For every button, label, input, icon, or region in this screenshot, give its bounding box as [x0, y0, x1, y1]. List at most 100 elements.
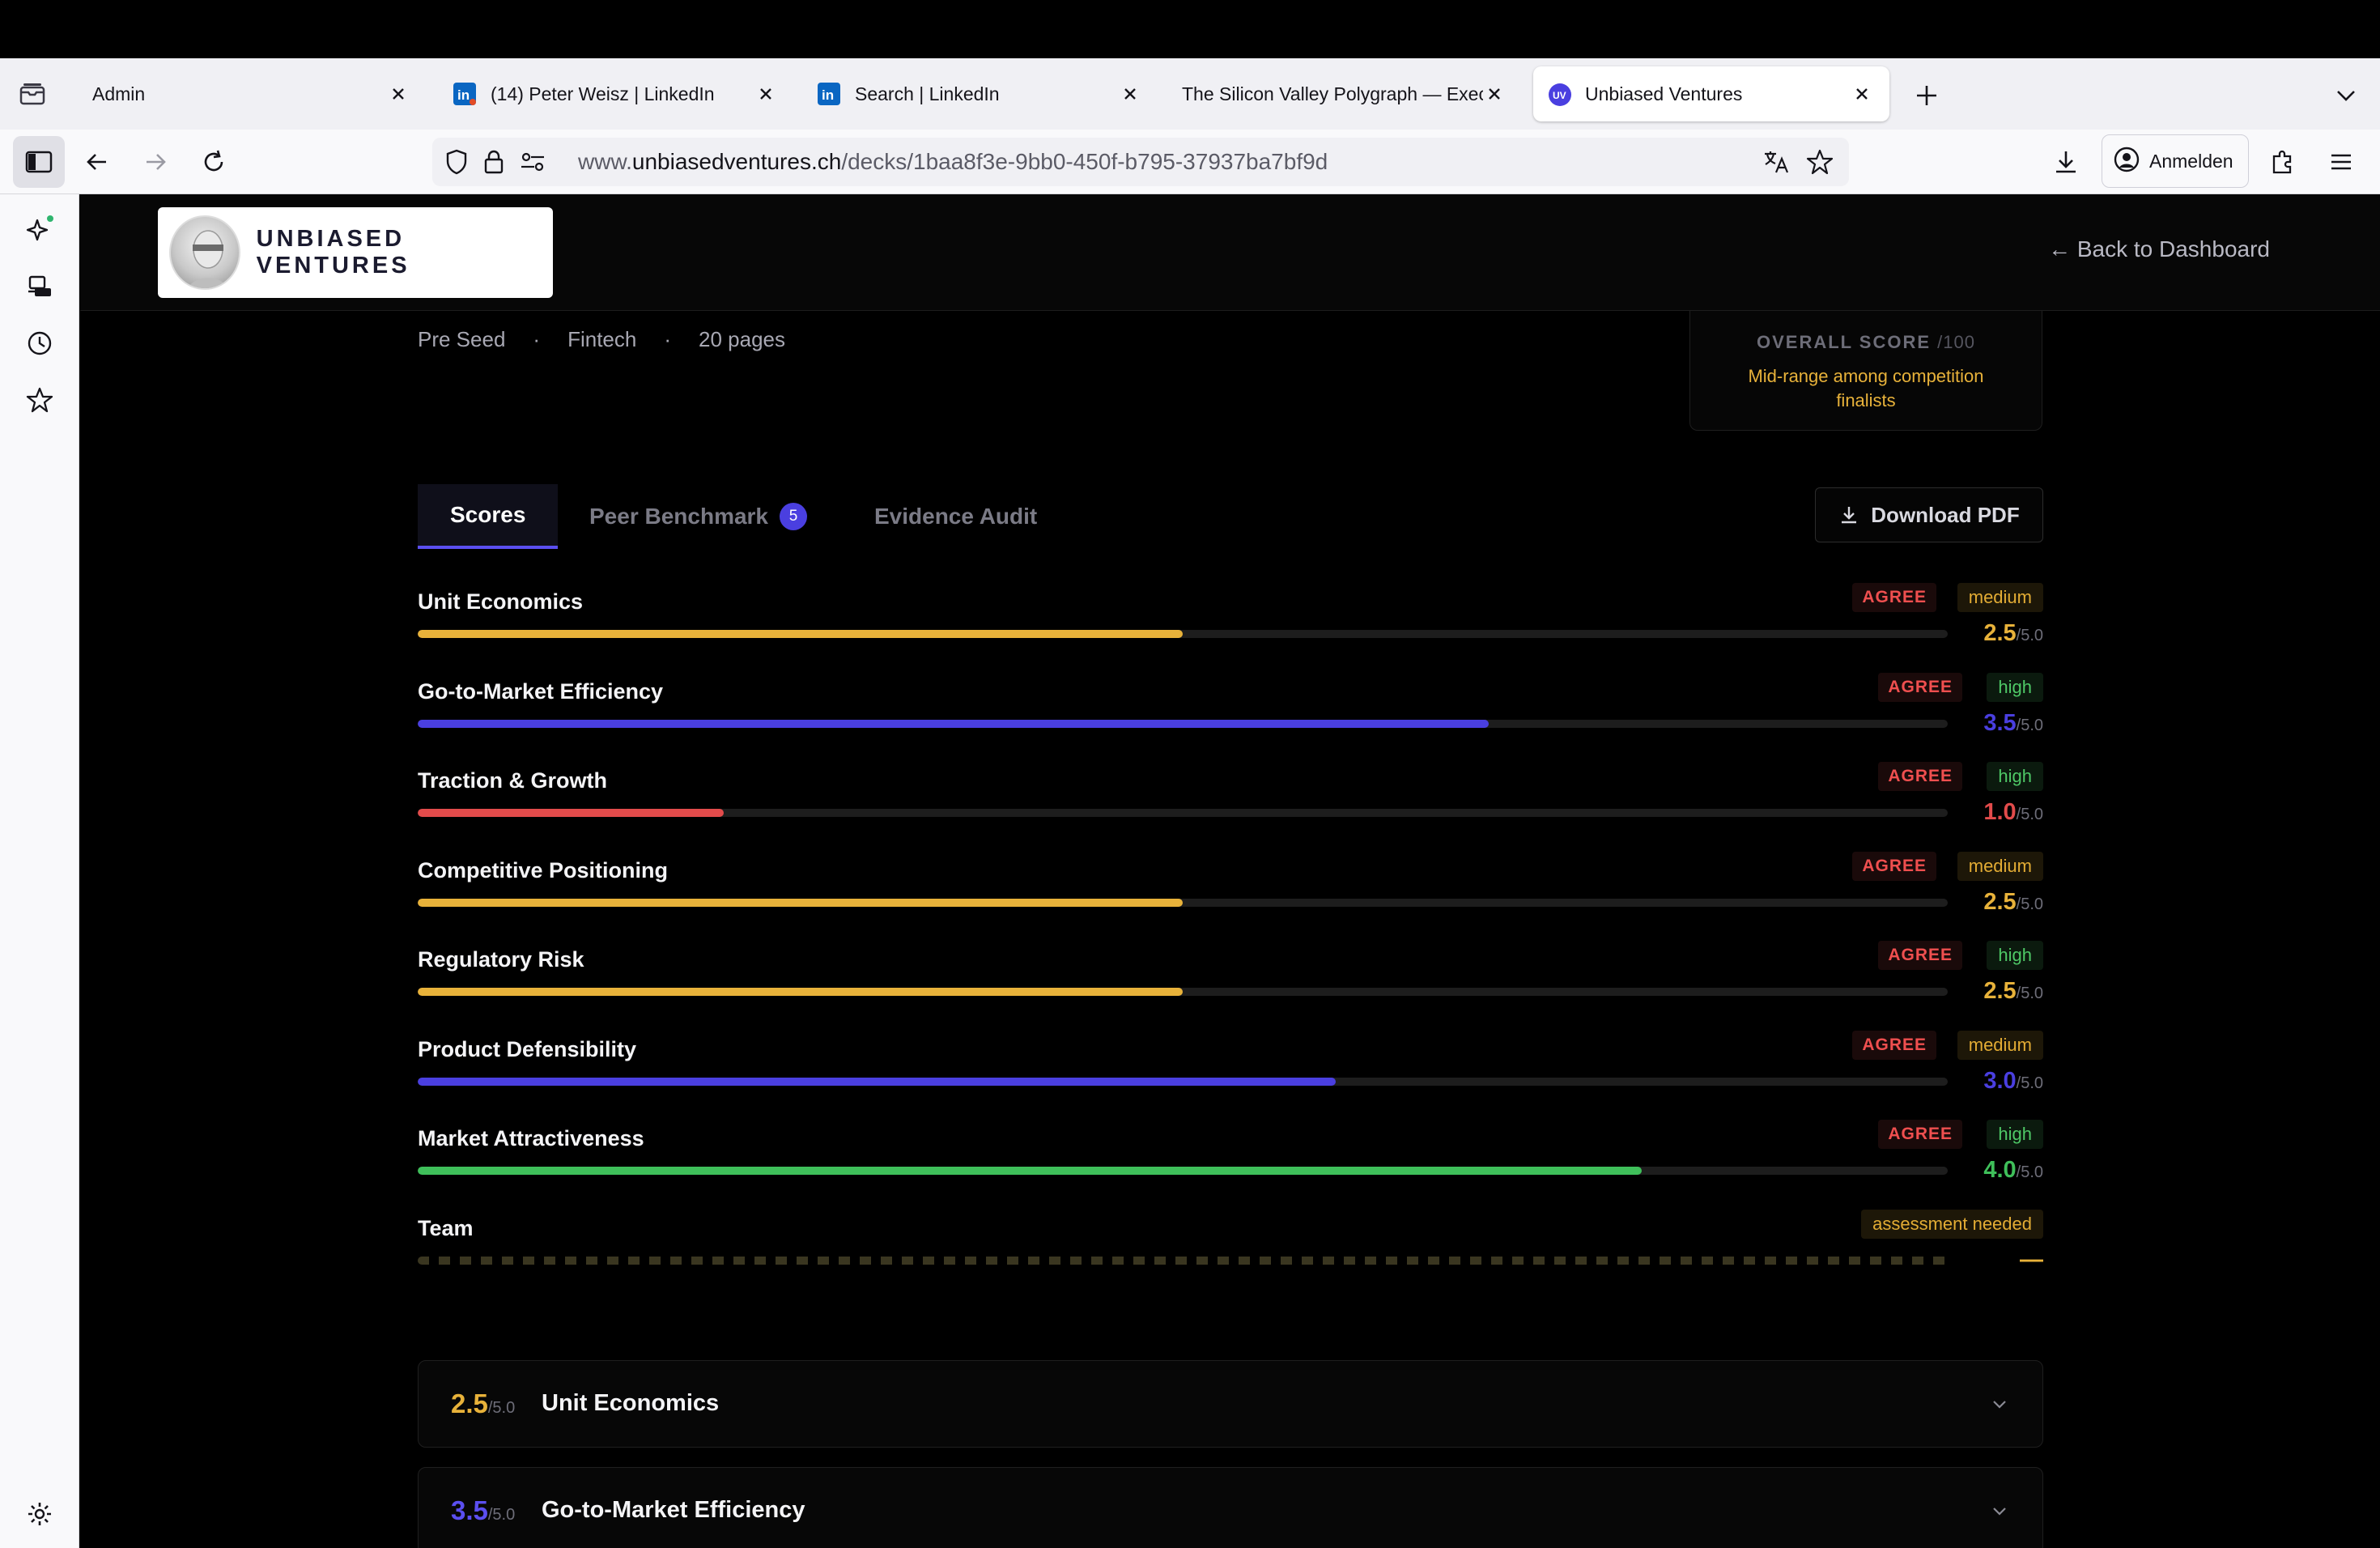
score-value: 2.5/5.0	[1983, 978, 2043, 1005]
detail-accordion-unit-economics[interactable]: 2.5/5.0 Unit Economics	[418, 1360, 2043, 1448]
bookmarks-star-icon[interactable]	[23, 384, 56, 416]
score-label: Product Defensibility	[418, 1036, 637, 1061]
browser-tab-admin[interactable]: Admin	[70, 66, 426, 121]
url-text[interactable]: www.unbiasedventures.ch/decks/1baa8f3e-9…	[578, 149, 1328, 175]
score-bar-track	[418, 988, 1948, 996]
url-bar[interactable]: www.unbiasedventures.ch/decks/1baa8f3e-9…	[432, 138, 1849, 186]
tab-peer-benchmark[interactable]: Peer Benchmark 5	[589, 484, 808, 549]
history-icon[interactable]	[23, 327, 56, 359]
logo-face-image	[169, 215, 240, 290]
shield-icon[interactable]	[440, 146, 473, 178]
chevron-down-icon[interactable]	[1989, 1500, 2010, 1521]
score-number: 1.0	[1983, 799, 2017, 825]
menu-icon[interactable]	[2325, 146, 2357, 178]
confidence-badge: high	[1987, 672, 2043, 702]
score-denominator: /5.0	[2016, 985, 2043, 1002]
chevron-down-icon[interactable]	[1989, 1393, 2010, 1414]
close-icon[interactable]	[387, 83, 410, 105]
forward-arrow-icon[interactable]	[139, 146, 172, 178]
score-value: 4.0/5.0	[1983, 1157, 2043, 1184]
synced-tabs-icon[interactable]	[23, 270, 56, 303]
close-icon[interactable]	[754, 83, 777, 105]
download-icon[interactable]	[2050, 146, 2082, 178]
download-pdf-label: Download PDF	[1871, 502, 2020, 527]
back-to-dashboard-link[interactable]: ← Back to Dashboard	[2048, 236, 2270, 262]
bookmark-star-icon[interactable]	[1804, 146, 1836, 178]
download-pdf-button[interactable]: Download PDF	[1815, 487, 2043, 542]
tab-title: Unbiased Ventures	[1585, 83, 1743, 104]
close-icon[interactable]	[1119, 83, 1141, 105]
score-number: 3.5	[1983, 709, 2017, 736]
ai-sparkle-icon[interactable]	[23, 214, 56, 246]
permissions-icon[interactable]	[516, 146, 549, 178]
url-prefix: www.	[578, 149, 632, 174]
score-row: Competitive Positioning medium AGREE 2.5/5.…	[418, 851, 2043, 948]
svg-text:in: in	[822, 87, 834, 103]
score-label: Unit Economics	[418, 589, 584, 614]
brand-logo[interactable]: UNBIASED VENTURES	[158, 207, 553, 298]
close-icon[interactable]	[1483, 83, 1506, 105]
agree-badge: AGREE	[1852, 1030, 1936, 1060]
confidence-badge: high	[1987, 1120, 2043, 1149]
detail-title: Go-to-Market Efficiency	[542, 1497, 805, 1523]
score-row: Market Attractiveness high AGREE 4.0/5.0	[418, 1120, 2043, 1216]
score-bar-fill	[418, 1167, 1642, 1175]
score-value: 1.0/5.0	[1983, 799, 2043, 826]
score-label: Traction & Growth	[418, 768, 608, 793]
score-value: —	[2020, 1247, 2043, 1274]
translate-icon[interactable]	[1760, 146, 1792, 178]
browser-tab-linkedin-profile[interactable]: in (14) Peter Weisz | LinkedIn	[437, 66, 793, 121]
detail-score: 3.5/5.0	[451, 1495, 516, 1525]
reload-icon[interactable]	[198, 146, 230, 178]
new-tab-icon[interactable]	[1910, 79, 1943, 112]
tab-evidence-audit[interactable]: Evidence Audit	[874, 484, 1037, 549]
score-denominator: /5.0	[2016, 1163, 2043, 1181]
deck-pages: 20 pages	[699, 327, 785, 351]
svg-text:in: in	[457, 87, 470, 103]
sidebar-toggle-icon[interactable]	[13, 136, 65, 188]
agree-badge: AGREE	[1878, 941, 1962, 970]
detail-accordion-go-to-market[interactable]: 3.5/5.0 Go-to-Market Efficiency	[418, 1467, 2043, 1548]
browser-tab-polygraph[interactable]: The Silicon Valley Polygraph — Executive	[1166, 66, 1522, 121]
sign-in-button[interactable]: Anmelden	[2102, 134, 2249, 188]
score-row: Traction & Growth high AGREE 1.0/5.0	[418, 762, 2043, 858]
score-row: Team assessment needed —	[418, 1209, 2043, 1306]
tab-list-icon[interactable]	[18, 79, 47, 108]
score-number: 4.0	[1983, 1157, 2017, 1183]
score-row: Go-to-Market Efficiency high AGREE 3.5/5.0	[418, 672, 2043, 769]
uv-icon: UV	[1548, 83, 1571, 106]
confidence-badge: medium	[1957, 583, 2043, 612]
gear-icon[interactable]	[23, 1498, 56, 1530]
deck-stage: Pre Seed	[418, 327, 506, 351]
overall-score-denominator: /100	[1937, 332, 1975, 352]
score-number: 2.5	[1983, 978, 2017, 1004]
tab-scores[interactable]: Scores	[418, 484, 559, 549]
svg-text:UV: UV	[1553, 90, 1566, 101]
deck-meta: Pre Seed · Fintech · 20 pages	[418, 327, 785, 352]
browser-tab-unbiased-ventures[interactable]: UV Unbiased Ventures	[1533, 66, 1889, 121]
close-icon[interactable]	[1851, 83, 1873, 105]
meta-separator: ·	[664, 327, 672, 351]
account-icon	[2114, 147, 2140, 176]
browser-nav-bar: www.unbiasedventures.ch/decks/1baa8f3e-9…	[0, 130, 2380, 194]
extensions-icon[interactable]	[2267, 146, 2299, 178]
score-bar-fill	[418, 719, 1489, 728]
score-label: Competitive Positioning	[418, 857, 669, 882]
lock-icon[interactable]	[478, 146, 510, 178]
score-denominator: /5.0	[2016, 627, 2043, 644]
chevron-down-icon[interactable]	[2331, 81, 2361, 110]
score-row: Product Defensibility medium AGREE 3.0/5.0	[418, 1030, 2043, 1127]
score-value: 3.5/5.0	[1983, 710, 2043, 737]
score-bar-track	[418, 719, 1948, 728]
score-value: 2.5/5.0	[1983, 620, 2043, 647]
score-bar-track	[418, 809, 1948, 817]
confidence-badge: high	[1987, 941, 2043, 970]
agree-badge: AGREE	[1878, 672, 1962, 702]
overall-score-note: Mid-range among competition finalists	[1748, 366, 1984, 410]
back-arrow-icon[interactable]	[81, 146, 113, 178]
score-value: 2.5/5.0	[1983, 889, 2043, 916]
score-label: Regulatory Risk	[418, 947, 584, 972]
browser-sidebar	[0, 194, 79, 1548]
browser-tab-linkedin-search[interactable]: in Search | LinkedIn	[801, 66, 1158, 121]
score-bar-track	[418, 1167, 1948, 1175]
